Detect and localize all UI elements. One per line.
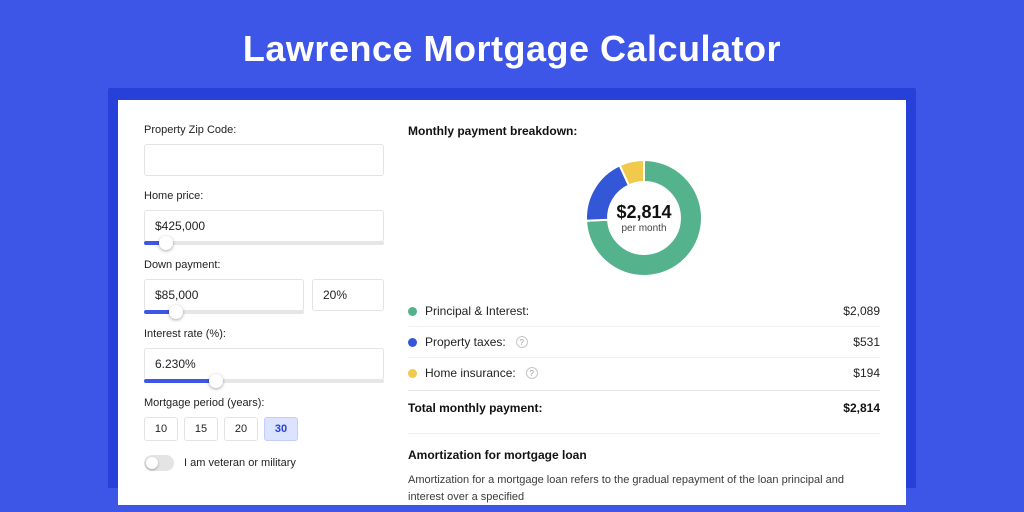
panel-shadow: Property Zip Code: Home price: Down paym… [108, 88, 916, 488]
zip-label: Property Zip Code: [144, 124, 384, 136]
mortgage-period-options: 10152030 [144, 417, 384, 441]
amortization-text: Amortization for a mortgage loan refers … [408, 472, 880, 505]
legend-dot [408, 307, 417, 316]
breakdown-row: Home insurance:? $194 [408, 358, 880, 388]
interest-rate-input[interactable] [144, 348, 384, 380]
payment-donut-chart: $2,814 per month [580, 154, 708, 282]
breakdown-row-value: $531 [853, 335, 880, 349]
home-price-slider[interactable] [144, 241, 384, 245]
veteran-toggle-knob [146, 457, 158, 469]
mortgage-period-label: Mortgage period (years): [144, 397, 384, 409]
breakdown-row-value: $2,089 [843, 304, 880, 318]
interest-rate-slider-fill [144, 379, 216, 383]
veteran-toggle-row: I am veteran or military [144, 455, 384, 471]
breakdown-rows: Principal & Interest: $2,089 Property taxe… [408, 296, 880, 388]
page-title: Lawrence Mortgage Calculator [0, 0, 1024, 88]
down-payment-slider-thumb[interactable] [169, 305, 183, 319]
donut-center: $2,814 per month [580, 154, 708, 282]
period-option-20[interactable]: 20 [224, 417, 258, 441]
period-option-15[interactable]: 15 [184, 417, 218, 441]
home-price-label: Home price: [144, 190, 384, 202]
donut-center-sub: per month [621, 223, 666, 234]
breakdown-total-value: $2,814 [843, 401, 880, 415]
zip-field: Property Zip Code: [144, 124, 384, 176]
zip-input[interactable] [144, 144, 384, 176]
breakdown-row-label: Property taxes: [425, 335, 506, 349]
breakdown-total-label: Total monthly payment: [408, 401, 542, 415]
amortization-block: Amortization for mortgage loan Amortizat… [408, 433, 880, 505]
breakdown-heading: Monthly payment breakdown: [408, 124, 880, 138]
down-payment-slider[interactable] [144, 310, 304, 314]
down-payment-pct-input[interactable] [312, 279, 384, 311]
breakdown-column: Monthly payment breakdown: $2,814 per mo… [408, 124, 880, 505]
calculator-panel: Property Zip Code: Home price: Down paym… [118, 100, 906, 505]
period-option-30[interactable]: 30 [264, 417, 298, 441]
info-icon[interactable]: ? [516, 336, 528, 348]
breakdown-row-label: Home insurance: [425, 366, 516, 380]
info-icon[interactable]: ? [526, 367, 538, 379]
legend-dot [408, 369, 417, 378]
down-payment-input[interactable] [144, 279, 304, 311]
home-price-field: Home price: [144, 190, 384, 245]
breakdown-row-label: Principal & Interest: [425, 304, 529, 318]
home-price-input[interactable] [144, 210, 384, 242]
down-payment-label: Down payment: [144, 259, 384, 271]
donut-center-amount: $2,814 [616, 202, 671, 223]
interest-rate-slider[interactable] [144, 379, 384, 383]
breakdown-row-value: $194 [853, 366, 880, 380]
home-price-slider-thumb[interactable] [159, 236, 173, 250]
interest-rate-slider-thumb[interactable] [209, 374, 223, 388]
mortgage-period-field: Mortgage period (years): 10152030 [144, 397, 384, 441]
veteran-toggle-label: I am veteran or military [184, 457, 296, 469]
legend-dot [408, 338, 417, 347]
interest-rate-label: Interest rate (%): [144, 328, 384, 340]
donut-wrap: $2,814 per month [408, 144, 880, 296]
period-option-10[interactable]: 10 [144, 417, 178, 441]
breakdown-row: Property taxes:? $531 [408, 327, 880, 358]
breakdown-row: Principal & Interest: $2,089 [408, 296, 880, 327]
amortization-title: Amortization for mortgage loan [408, 448, 880, 462]
breakdown-total-row: Total monthly payment: $2,814 [408, 390, 880, 415]
veteran-toggle[interactable] [144, 455, 174, 471]
interest-rate-field: Interest rate (%): [144, 328, 384, 383]
inputs-column: Property Zip Code: Home price: Down paym… [144, 124, 384, 505]
down-payment-field: Down payment: [144, 259, 384, 314]
